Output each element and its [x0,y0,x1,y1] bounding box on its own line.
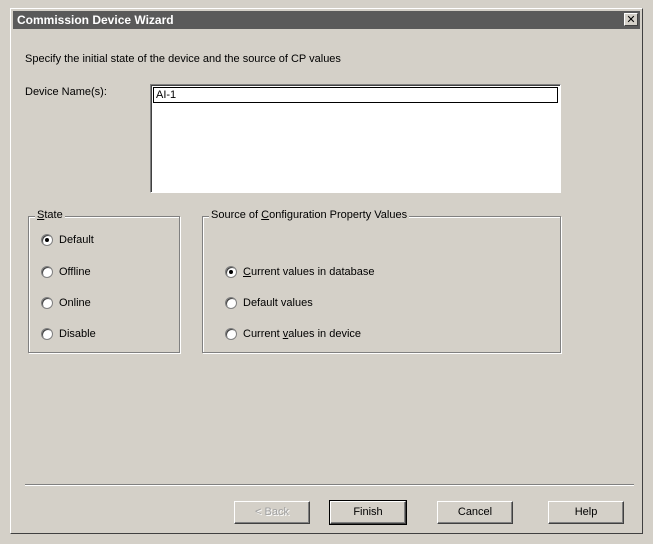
state-default-radio[interactable]: Default [41,234,94,246]
radio-indicator [41,328,53,340]
source-current-device-radio[interactable]: Current values in device [225,328,361,340]
state-offline-radio[interactable]: Offline [41,266,91,278]
source-default-values-radio[interactable]: Default values [225,297,313,309]
radio-label: Disable [59,328,96,340]
radio-label: Current values in database [243,266,375,278]
source-group: Source of Configuration Property Values … [202,209,561,353]
source-current-database-radio[interactable]: Current values in database [225,266,374,278]
title-bar: Commission Device Wizard ✕ [13,11,640,29]
close-button[interactable]: ✕ [624,13,638,26]
radio-label: Offline [59,266,91,278]
list-item[interactable]: AI-1 [153,87,558,103]
radio-indicator [225,328,237,340]
device-names-label: Device Name(s): [25,86,107,98]
help-button[interactable]: Help [548,501,624,524]
radio-indicator [225,266,237,278]
instruction-text: Specify the initial state of the device … [25,53,341,65]
radio-indicator [41,266,53,278]
radio-indicator [41,297,53,309]
radio-label: Online [59,297,91,309]
radio-label: Default values [243,297,313,309]
back-button[interactable]: < Back [234,501,310,524]
finish-button[interactable]: Finish [329,500,407,525]
state-group: State Default Offline Online Disable [28,209,180,353]
state-online-radio[interactable]: Online [41,297,91,309]
radio-indicator [225,297,237,309]
button-separator [25,484,634,486]
cancel-button[interactable]: Cancel [437,501,513,524]
window-title: Commission Device Wizard [17,13,174,27]
state-disable-radio[interactable]: Disable [41,328,96,340]
radio-indicator [41,234,53,246]
radio-label: Default [59,234,94,246]
commission-device-wizard-window: Commission Device Wizard ✕ Specify the i… [10,8,643,534]
state-group-label: State [35,209,65,221]
radio-label: Current values in device [243,328,362,340]
device-names-list[interactable]: AI-1 [150,84,561,193]
close-icon: ✕ [626,14,636,26]
source-group-label: Source of Configuration Property Values [209,209,410,221]
